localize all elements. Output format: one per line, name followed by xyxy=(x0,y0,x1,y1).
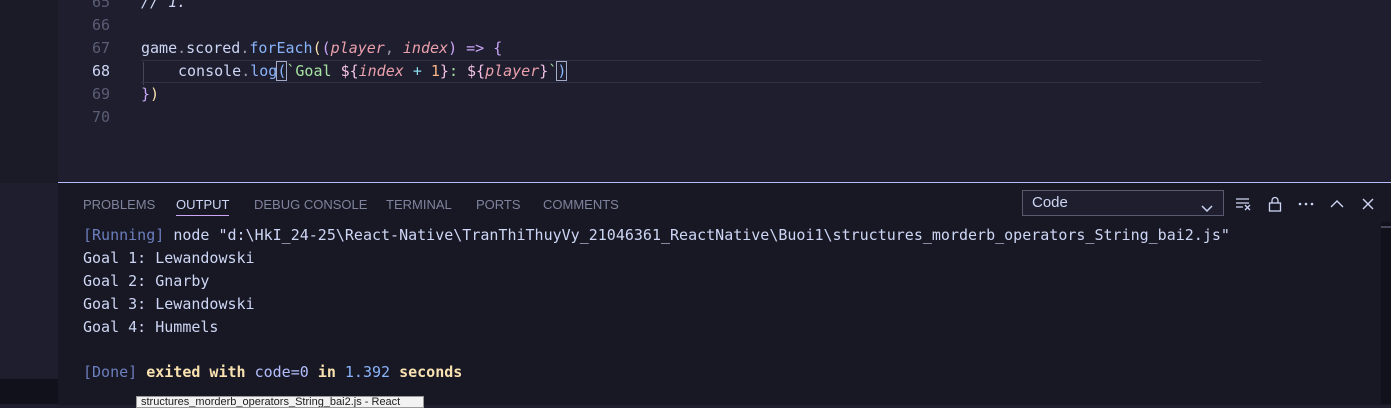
tab-output[interactable]: OUTPUT xyxy=(176,193,230,216)
line-number: 65 xyxy=(91,0,110,11)
maximize-panel-icon[interactable] xyxy=(1328,195,1346,213)
line-number: 68 xyxy=(91,62,110,80)
line-number: 69 xyxy=(91,85,110,103)
code-line-67[interactable]: 67 game.scored.forEach((player, index) =… xyxy=(58,37,1391,60)
output-line: Goal 1: Lewandowski xyxy=(83,249,255,267)
tab-ports[interactable]: PORTS xyxy=(476,193,521,221)
code-line-68[interactable]: 68 console.log(`Goal ${index + 1}: ${pla… xyxy=(58,60,1391,83)
running-command: node "d:\HkI_24-25\React-Native\TranThiT… xyxy=(173,226,1230,244)
output-line: Goal 3: Lewandowski xyxy=(83,295,255,313)
done-exited-text: exited with xyxy=(146,363,246,381)
elapsed-time: 1.392 xyxy=(344,363,391,381)
code-line-70[interactable]: 70 xyxy=(58,106,1391,129)
output-panel: PROBLEMS OUTPUT DEBUG CONSOLE TERMINAL P… xyxy=(58,182,1391,405)
more-actions-icon[interactable] xyxy=(1297,195,1315,213)
code-text: game.scored.forEach((player, index) => { xyxy=(141,39,503,57)
output-running-line: [Running] node "d:\HkI_24-25\React-Nativ… xyxy=(83,224,1230,247)
output-line: Goal 2: Gnarby xyxy=(83,272,210,290)
done-in-text: in xyxy=(317,363,336,381)
running-tag: [Running] xyxy=(83,226,165,244)
code-text: }) xyxy=(141,85,160,103)
panel-left-strip xyxy=(0,183,58,404)
exit-code: code=0 xyxy=(254,363,309,381)
line-number: 67 xyxy=(91,39,110,57)
tab-terminal[interactable]: TERMINAL xyxy=(386,193,452,221)
code-line-65[interactable]: 65 // 1. xyxy=(58,0,1391,14)
output-line: Goal 4: Hummels xyxy=(83,318,219,336)
tab-problems[interactable]: PROBLEMS xyxy=(83,193,155,221)
done-seconds-text: seconds xyxy=(399,363,463,381)
output-channel-select[interactable]: Code xyxy=(1022,190,1224,216)
tab-debug-console[interactable]: DEBUG CONSOLE xyxy=(254,193,367,221)
code-line-66[interactable]: 66 xyxy=(58,14,1391,37)
clear-output-icon[interactable] xyxy=(1235,195,1253,213)
panel-scrollbar[interactable] xyxy=(1381,222,1391,404)
code-line-69[interactable]: 69 }) xyxy=(58,83,1391,106)
done-tag: [Done] xyxy=(83,363,138,381)
chevron-down-icon xyxy=(1201,198,1213,213)
tab-comments[interactable]: COMMENTS xyxy=(543,193,619,221)
code-text: console.log(`Goal ${index + 1}: ${player… xyxy=(178,61,568,81)
scrollbar-thumb[interactable] xyxy=(1381,226,1391,228)
output-done-line: [Done] exited with code=0 in 1.392 secon… xyxy=(83,361,462,384)
lock-scroll-icon[interactable] xyxy=(1266,195,1284,213)
line-number: 70 xyxy=(91,108,110,126)
code-editor[interactable]: 65 // 1. 66 67 game.scored.forEach((play… xyxy=(0,0,1391,183)
editor-left-gutter xyxy=(0,0,58,183)
output-channel-value: Code xyxy=(1032,194,1068,211)
status-strip xyxy=(0,379,58,404)
taskbar-tooltip: structures_morderb_operators_String_bai2… xyxy=(136,396,424,408)
line-number: 66 xyxy=(91,16,110,34)
code-comment: // 1. xyxy=(141,0,187,11)
close-panel-icon[interactable] xyxy=(1359,195,1377,213)
